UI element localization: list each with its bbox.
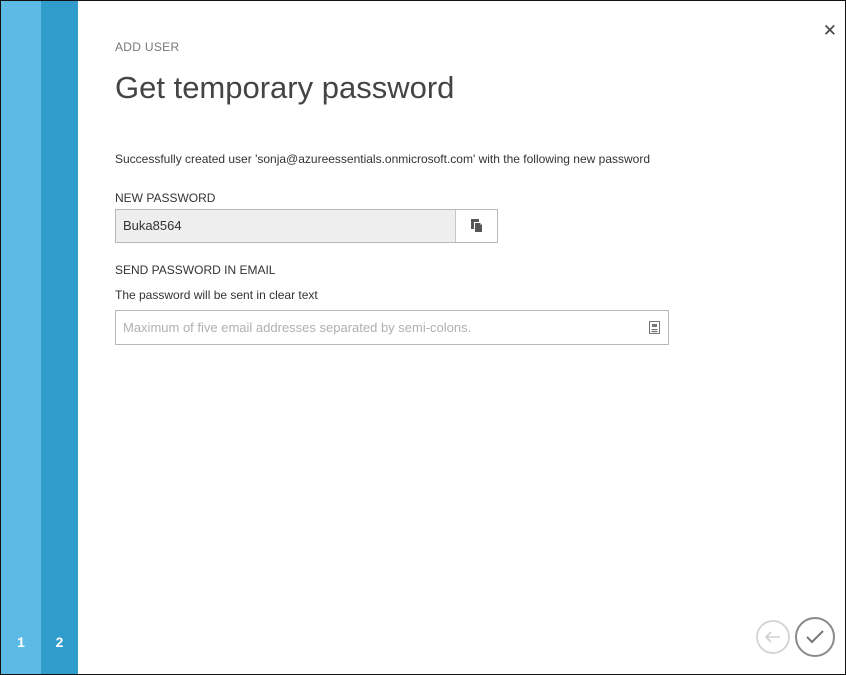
wizard-step-2[interactable]: 2	[41, 1, 78, 674]
back-button[interactable]	[756, 620, 790, 654]
dialog-content: ADD USER Get temporary password Successf…	[115, 1, 845, 674]
dialog-eyebrow: ADD USER	[115, 40, 180, 54]
dialog-frame: 1 2 ✕ ADD USER Get temporary password Su…	[0, 0, 846, 675]
page-title: Get temporary password	[115, 70, 455, 105]
new-password-field: Buka8564	[115, 209, 498, 243]
step-1-number: 1	[17, 634, 25, 650]
wizard-step-rail: 1 2	[1, 1, 78, 674]
checkmark-icon	[806, 630, 824, 644]
email-field-wrapper	[115, 310, 669, 345]
copy-icon[interactable]	[469, 218, 485, 234]
contact-card-icon[interactable]	[649, 321, 660, 334]
email-addresses-input[interactable]	[116, 311, 636, 344]
wizard-step-1[interactable]: 1	[1, 1, 41, 674]
new-password-label: NEW PASSWORD	[115, 191, 216, 205]
new-password-value[interactable]: Buka8564	[116, 210, 456, 242]
complete-button[interactable]	[795, 617, 835, 657]
send-password-email-label: SEND PASSWORD IN EMAIL	[115, 263, 276, 277]
clear-text-hint: The password will be sent in clear text	[115, 288, 318, 302]
success-message: Successfully created user 'sonja@azurees…	[115, 152, 651, 166]
step-2-number: 2	[55, 634, 64, 650]
arrow-left-icon	[765, 631, 780, 643]
